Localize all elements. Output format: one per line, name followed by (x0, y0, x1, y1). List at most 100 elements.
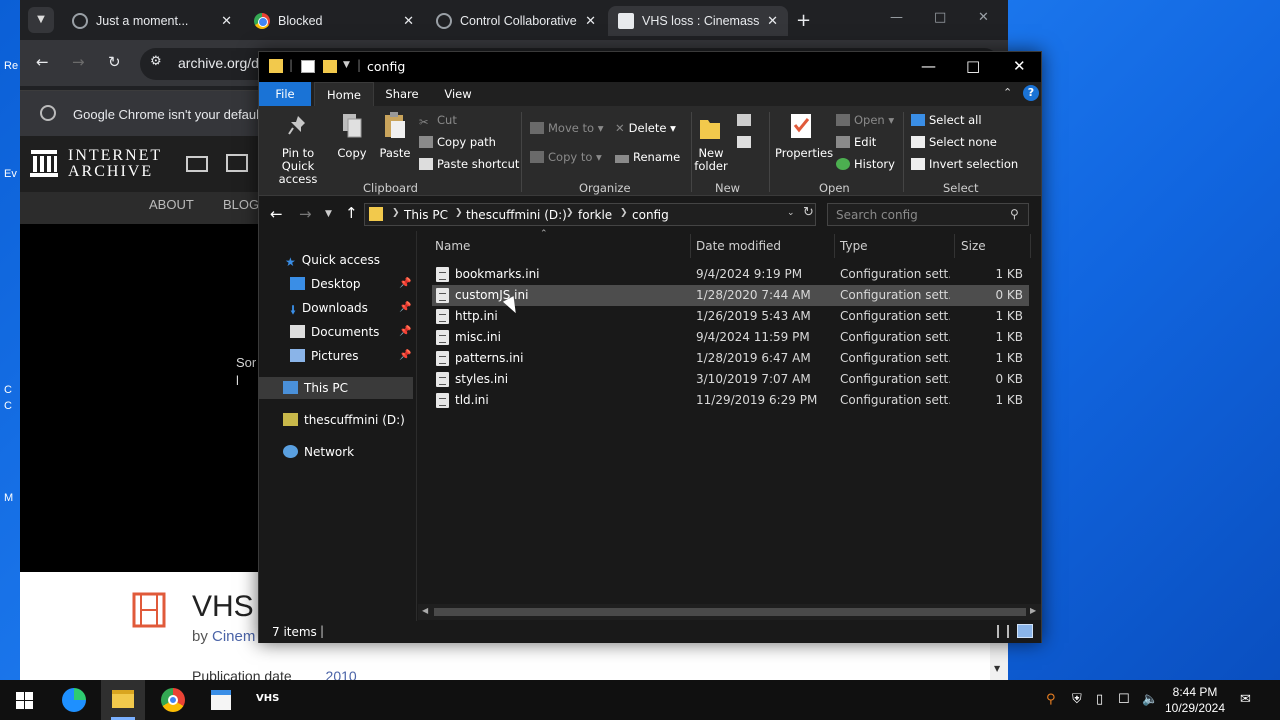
breadcrumb-drive[interactable]: thescuffmini (D:) (466, 208, 567, 222)
edge-taskbar-button[interactable] (52, 680, 96, 720)
column-divider[interactable] (834, 234, 835, 258)
nav-this-pc[interactable]: This PC (283, 377, 348, 399)
invert-selection-button[interactable]: Invert selection (911, 157, 1018, 171)
new-item-icon[interactable] (737, 114, 751, 126)
ia-nav-blog[interactable]: BLOG (223, 197, 259, 212)
chrome-tab-active[interactable]: VHS loss : Cinemass ✕ (608, 6, 788, 36)
chrome-tab[interactable]: Blocked ✕ (244, 6, 424, 36)
nav-network[interactable]: Network (283, 441, 354, 463)
texts-icon[interactable] (226, 154, 248, 172)
maximize-icon[interactable]: □ (966, 57, 980, 75)
ia-nav-about[interactable]: ABOUT (149, 197, 194, 212)
nav-downloads[interactable]: 🠛 Downloads (290, 297, 368, 319)
volume-icon[interactable]: 🔈 (1142, 692, 1158, 707)
nav-drive[interactable]: thescuffmini (D:) (283, 409, 405, 431)
clock[interactable]: 8:44 PM 10/29/2024 (1164, 684, 1226, 716)
scroll-right-icon[interactable]: ▶ (1030, 606, 1036, 615)
store-taskbar-button[interactable] (199, 680, 243, 720)
minimize-icon[interactable]: — (921, 57, 936, 75)
select-none-button[interactable]: Select none (911, 135, 997, 149)
chrome-taskbar-button[interactable] (151, 680, 195, 720)
file-row[interactable]: tld.ini 11/29/2019 6:29 PM Configuration… (432, 390, 1029, 411)
tab-file[interactable]: File (259, 82, 311, 106)
properties-qat-icon[interactable] (301, 60, 315, 73)
breadcrumb-this-pc[interactable]: This PC (404, 208, 448, 222)
file-row[interactable]: bookmarks.ini 9/4/2024 9:19 PM Configura… (432, 264, 1029, 285)
new-folder-qat-icon[interactable] (323, 60, 337, 73)
horizontal-scrollbar[interactable]: ◀ ▶ (418, 604, 1041, 620)
nav-pictures[interactable]: Pictures (290, 345, 359, 367)
notifications-icon[interactable]: ✉ (1240, 692, 1251, 707)
select-all-button[interactable]: Select all (911, 113, 982, 127)
start-button[interactable] (2, 680, 46, 720)
tab-share[interactable]: Share (381, 82, 423, 106)
column-header-type[interactable]: Type (840, 239, 868, 253)
file-row[interactable]: styles.ini 3/10/2019 7:07 AM Configurati… (432, 369, 1029, 390)
refresh-icon[interactable]: ↻ (803, 205, 814, 220)
column-divider[interactable] (1030, 234, 1031, 258)
reload-icon[interactable]: ↻ (108, 53, 121, 71)
breadcrumb-forkle[interactable]: forkle (578, 208, 612, 222)
tab-home[interactable]: Home (314, 82, 374, 106)
close-icon[interactable]: ✕ (1013, 57, 1026, 75)
nav-quick-access[interactable]: ★ Quick access (285, 249, 380, 271)
search-input[interactable]: Search config ⚲ (827, 203, 1029, 226)
pin-to-quick-access-button[interactable]: Pin to Quick access (265, 147, 331, 186)
chrome-tab[interactable]: Control Collaborative ✕ (426, 6, 606, 36)
tab-view[interactable]: View (437, 82, 479, 106)
column-divider[interactable] (954, 234, 955, 258)
explorer-taskbar-button[interactable] (101, 680, 145, 720)
help-icon[interactable]: ? (1023, 85, 1039, 101)
file-row[interactable]: misc.ini 9/4/2024 11:59 PM Configuration… (432, 327, 1029, 348)
tab-search-dropdown[interactable]: ▼ (28, 7, 54, 33)
network-tray-icon[interactable]: ☐ (1118, 692, 1130, 707)
copy-button[interactable]: Copy (336, 147, 368, 160)
chrome-minimize-icon[interactable]: — (890, 10, 903, 25)
scroll-down-icon[interactable]: ▼ (994, 664, 1000, 673)
close-tab-icon[interactable]: ✕ (767, 13, 778, 29)
history-button[interactable]: History (836, 157, 895, 171)
cut-button[interactable]: ✂ Cut (419, 113, 457, 129)
copy-path-button[interactable]: Copy path (419, 135, 496, 149)
url-text[interactable]: archive.org/d (178, 55, 259, 71)
collapse-ribbon-icon[interactable]: ⌃ (1003, 86, 1012, 99)
search-icon[interactable]: ⚲ (1010, 207, 1019, 221)
close-tab-icon[interactable]: ✕ (585, 13, 596, 29)
web-icon[interactable] (186, 156, 208, 172)
details-view-icon[interactable] (997, 625, 1009, 638)
easy-access-icon[interactable] (737, 136, 751, 148)
scroll-left-icon[interactable]: ◀ (422, 606, 428, 615)
copy-to-button[interactable]: Copy to ▾ (530, 150, 602, 164)
column-header-date[interactable]: Date modified (696, 239, 781, 253)
new-folder-button[interactable]: New folder (691, 147, 731, 173)
ia-logo-text[interactable]: INTERNET ARCHIVE (68, 148, 162, 180)
up-icon[interactable]: ↑ (345, 204, 358, 222)
battery-icon[interactable]: ▯ (1096, 692, 1103, 707)
back-icon[interactable]: ← (36, 53, 49, 71)
chrome-tab[interactable]: Just a moment... ✕ (62, 6, 242, 36)
scrollbar-thumb[interactable] (434, 608, 1026, 616)
move-to-button[interactable]: Move to ▾ (530, 121, 603, 135)
forward-icon[interactable]: → (72, 53, 85, 71)
rename-button[interactable]: Rename (615, 150, 680, 164)
column-header-size[interactable]: Size (961, 239, 986, 253)
paste-shortcut-button[interactable]: Paste shortcut (419, 157, 519, 171)
shield-icon[interactable]: ⛨ (1072, 692, 1082, 707)
chrome-close-icon[interactable]: ✕ (978, 10, 989, 25)
close-tab-icon[interactable]: ✕ (403, 13, 414, 29)
file-row[interactable]: patterns.ini 1/28/2019 6:47 AM Configura… (432, 348, 1029, 369)
creator-link[interactable]: Cinem (212, 628, 255, 645)
large-icons-view-icon[interactable] (1017, 624, 1033, 638)
search-tray-icon[interactable]: ⚲ (1046, 692, 1056, 707)
paste-button[interactable]: Paste (377, 147, 413, 160)
nav-desktop[interactable]: Desktop (290, 273, 361, 295)
properties-button[interactable]: Properties (775, 147, 833, 160)
edit-button[interactable]: Edit (836, 135, 876, 149)
chrome-maximize-icon[interactable]: □ (934, 10, 946, 25)
column-divider[interactable] (690, 234, 691, 258)
delete-button[interactable]: ✕ Delete ▾ (615, 121, 676, 135)
file-row[interactable]: http.ini 1/26/2019 5:43 AM Configuration… (432, 306, 1029, 327)
forward-icon[interactable]: → (299, 205, 312, 223)
nav-documents[interactable]: Documents (290, 321, 379, 343)
site-settings-icon[interactable]: ⚙ (150, 54, 162, 69)
